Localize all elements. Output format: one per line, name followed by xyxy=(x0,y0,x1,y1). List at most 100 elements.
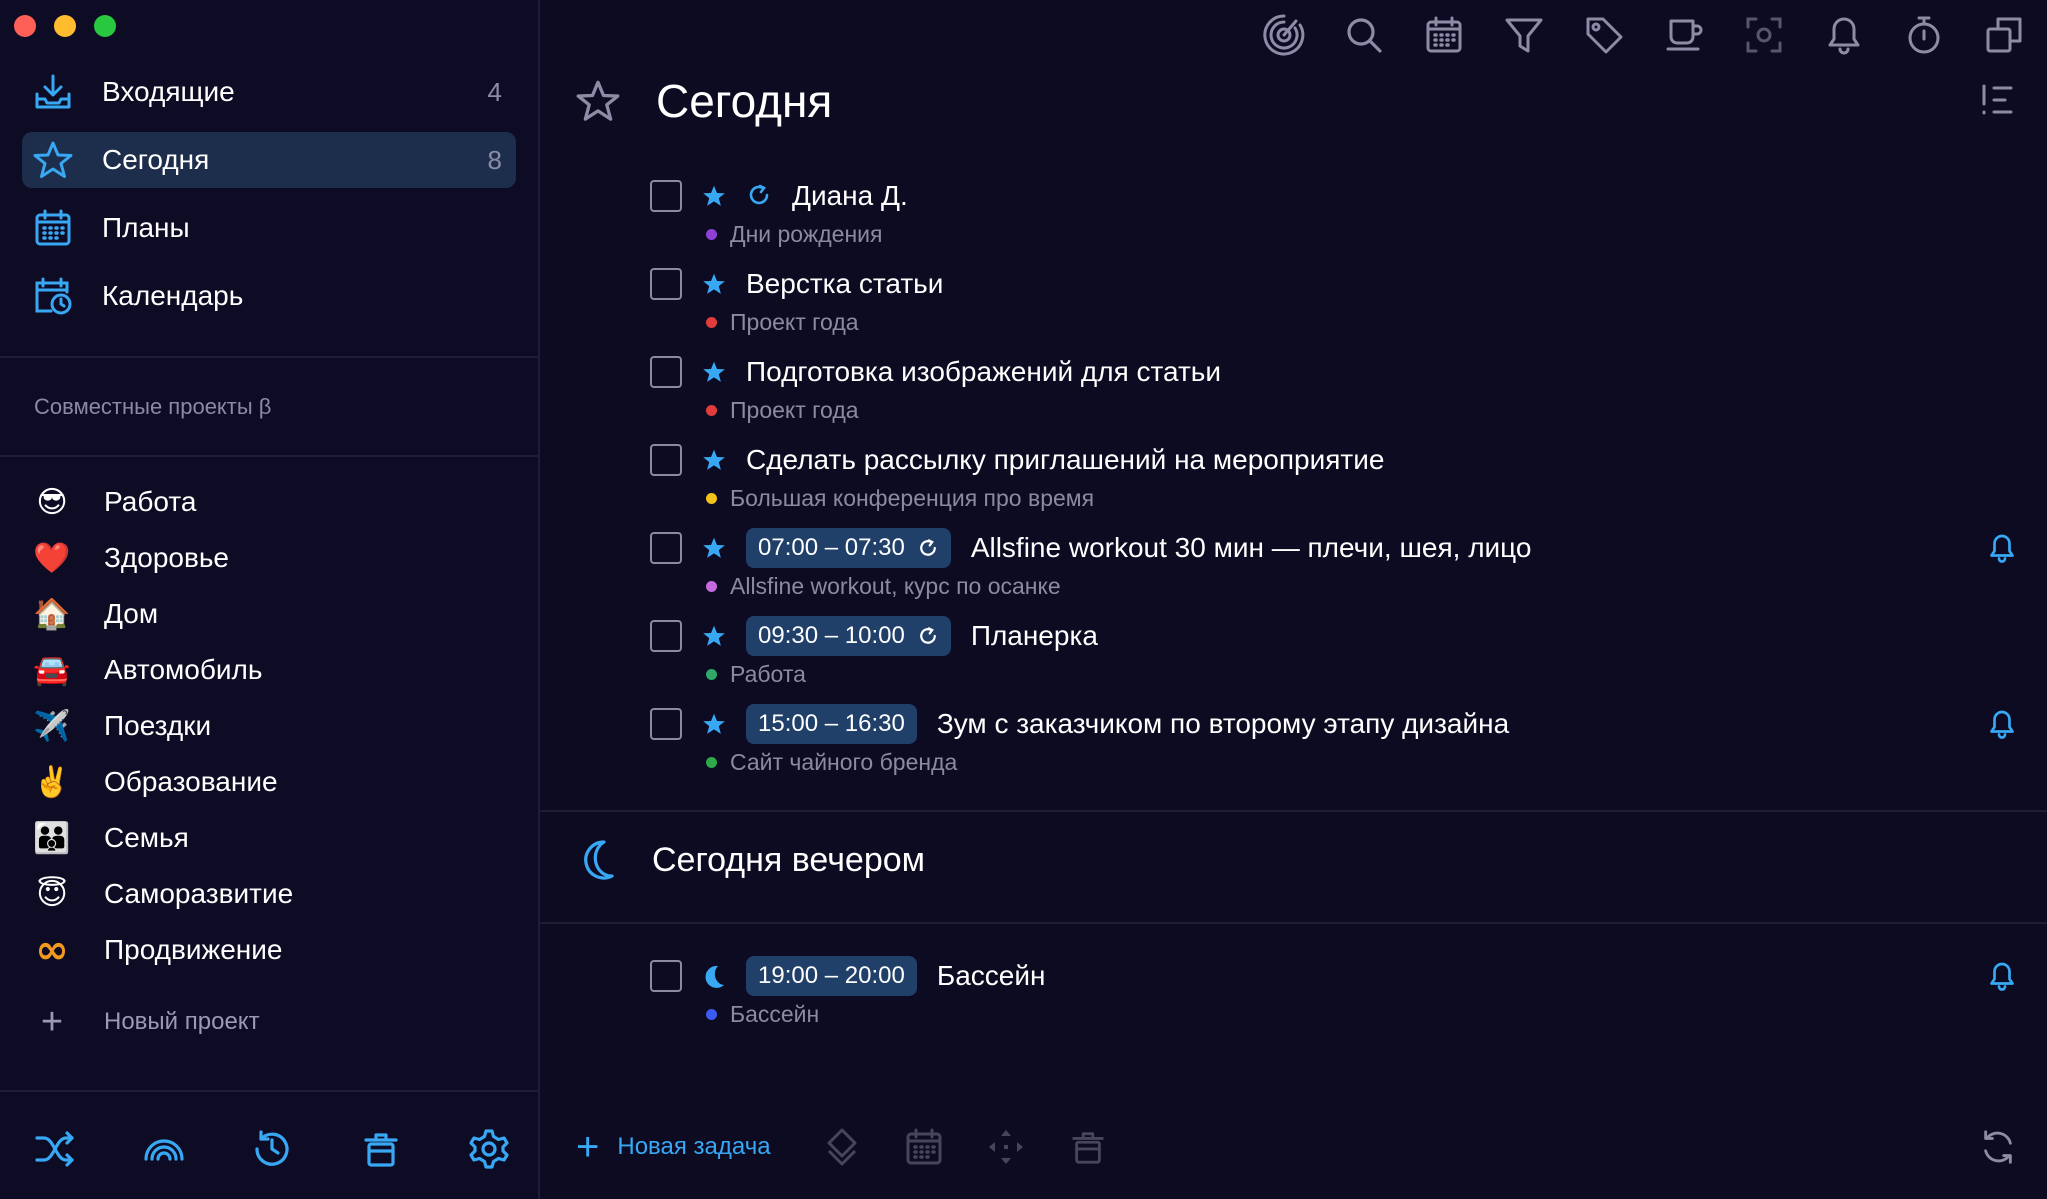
task-project[interactable]: Работа xyxy=(730,661,806,688)
project-item-work[interactable]: 😎 Работа xyxy=(32,474,512,530)
new-project-button[interactable]: + Новый проект xyxy=(32,1002,260,1042)
time-badge[interactable]: 19:00 – 20:00 xyxy=(746,956,917,996)
task-title[interactable]: Подготовка изображений для статьи xyxy=(746,356,1221,388)
task-checkbox[interactable] xyxy=(650,356,682,388)
task-item[interactable]: 09:30 – 10:00 Планерка Работа xyxy=(650,616,2020,704)
task-checkbox[interactable] xyxy=(650,960,682,992)
priority-icon[interactable] xyxy=(819,1124,865,1170)
project-label: Продвижение xyxy=(104,934,283,965)
time-badge[interactable]: 07:00 – 07:30 xyxy=(746,528,951,568)
sort-priority-icon[interactable] xyxy=(1977,80,2017,120)
trash-icon[interactable] xyxy=(358,1126,404,1172)
move-icon[interactable] xyxy=(983,1124,1029,1170)
family-emoji-icon: 👪 xyxy=(33,820,71,856)
windows-icon[interactable] xyxy=(1981,12,2027,58)
task-checkbox[interactable] xyxy=(650,268,682,300)
task-item[interactable]: Сделать рассылку приглашений на мероприя… xyxy=(650,440,2020,528)
divider xyxy=(0,1090,538,1092)
task-checkbox[interactable] xyxy=(650,532,682,564)
star-filled-icon[interactable] xyxy=(702,184,726,208)
filter-icon[interactable] xyxy=(1501,12,1547,58)
coffee-icon[interactable] xyxy=(1661,12,1707,58)
task-title[interactable]: Диана Д. xyxy=(792,180,908,212)
close-window-button[interactable] xyxy=(14,15,36,37)
tag-icon[interactable] xyxy=(1581,12,1627,58)
project-color-dot xyxy=(706,581,717,592)
star-filled-icon[interactable] xyxy=(702,624,726,648)
calendar-icon[interactable] xyxy=(901,1124,947,1170)
task-project[interactable]: Проект года xyxy=(730,309,859,336)
task-item[interactable]: Диана Д. Дни рождения xyxy=(650,176,2020,264)
task-item[interactable]: Подготовка изображений для статьи Проект… xyxy=(650,352,2020,440)
task-project[interactable]: Бассейн xyxy=(730,1001,819,1028)
sync-icon[interactable] xyxy=(1975,1124,2021,1170)
project-label: Семья xyxy=(104,822,189,853)
task-title[interactable]: Верстка статьи xyxy=(746,268,943,300)
sunglasses-emoji-icon: 😎 xyxy=(36,484,68,520)
settings-icon[interactable] xyxy=(466,1126,512,1172)
task-title[interactable]: Планерка xyxy=(971,620,1098,652)
shared-projects-title[interactable]: Совместные проекты β xyxy=(34,394,271,420)
minimize-window-button[interactable] xyxy=(54,15,76,37)
new-task-button[interactable]: + Новая задача xyxy=(576,1127,771,1167)
task-title[interactable]: Зум с заказчиком по второму этапу дизайн… xyxy=(937,708,1509,740)
project-item-promotion[interactable]: ∞ Продвижение xyxy=(32,922,512,978)
task-item[interactable]: Верстка статьи Проект года xyxy=(650,264,2020,352)
task-project[interactable]: Проект года xyxy=(730,397,859,424)
zoom-window-button[interactable] xyxy=(94,15,116,37)
reminder-bell-icon[interactable] xyxy=(1984,706,2020,742)
sidebar: Входящие 4 Сегодня 8 Планы Календарь Сов… xyxy=(0,0,540,1199)
project-item-car[interactable]: 🚘 Автомобиль xyxy=(32,642,512,698)
task-checkbox[interactable] xyxy=(650,444,682,476)
project-item-health[interactable]: ❤️ Здоровье xyxy=(32,530,512,586)
rainbow-icon[interactable] xyxy=(141,1126,187,1172)
new-project-label: Новый проект xyxy=(104,1008,260,1035)
project-item-home[interactable]: 🏠 Дом xyxy=(32,586,512,642)
star-filled-icon[interactable] xyxy=(702,536,726,560)
calendar-icon[interactable] xyxy=(1421,12,1467,58)
nav-label: Календарь xyxy=(102,280,244,311)
task-title[interactable]: Бассейн xyxy=(937,960,1046,992)
task-checkbox[interactable] xyxy=(650,620,682,652)
bell-icon[interactable] xyxy=(1821,12,1867,58)
task-item[interactable]: 07:00 – 07:30 Allsfine workout 30 мин — … xyxy=(650,528,2020,616)
star-filled-icon[interactable] xyxy=(702,360,726,384)
sidebar-item-inbox[interactable]: Входящие 4 xyxy=(22,64,516,120)
moon-filled-icon[interactable] xyxy=(702,964,726,988)
task-project[interactable]: Allsfine workout, курс по осанке xyxy=(730,573,1061,600)
sidebar-item-plans[interactable]: Планы xyxy=(22,200,516,256)
project-color-dot xyxy=(706,229,717,240)
task-checkbox[interactable] xyxy=(650,180,682,212)
reminder-bell-icon[interactable] xyxy=(1984,958,2020,994)
star-filled-icon[interactable] xyxy=(702,272,726,296)
project-item-family[interactable]: 👪 Семья xyxy=(32,810,512,866)
screenshot-icon[interactable] xyxy=(1741,12,1787,58)
task-checkbox[interactable] xyxy=(650,708,682,740)
halo-face-emoji-icon: 😇 xyxy=(36,876,68,912)
search-icon[interactable] xyxy=(1341,12,1387,58)
task-project[interactable]: Большая конференция про время xyxy=(730,485,1094,512)
reminder-bell-icon[interactable] xyxy=(1984,530,2020,566)
time-badge[interactable]: 15:00 – 16:30 xyxy=(746,704,917,744)
focus-icon[interactable] xyxy=(1261,12,1307,58)
trash-icon[interactable] xyxy=(1065,1124,1111,1170)
star-filled-icon[interactable] xyxy=(702,448,726,472)
project-color-dot xyxy=(706,493,717,504)
sidebar-item-today[interactable]: Сегодня 8 xyxy=(22,132,516,188)
task-project[interactable]: Дни рождения xyxy=(730,221,882,248)
shuffle-icon[interactable] xyxy=(32,1126,78,1172)
task-title[interactable]: Allsfine workout 30 мин — плечи, шея, ли… xyxy=(971,532,1532,564)
time-badge[interactable]: 09:30 – 10:00 xyxy=(746,616,951,656)
task-title[interactable]: Сделать рассылку приглашений на мероприя… xyxy=(746,444,1384,476)
project-item-trips[interactable]: ✈️ Поездки xyxy=(32,698,512,754)
nav-count: 8 xyxy=(487,144,502,175)
task-item[interactable]: 15:00 – 16:30 Зум с заказчиком по втором… xyxy=(650,704,2020,792)
project-item-self-development[interactable]: 😇 Саморазвитие xyxy=(32,866,512,922)
sidebar-item-calendar[interactable]: Календарь xyxy=(22,268,516,324)
history-icon[interactable] xyxy=(249,1126,295,1172)
star-filled-icon[interactable] xyxy=(702,712,726,736)
project-item-education[interactable]: ✌️ Образование xyxy=(32,754,512,810)
task-project[interactable]: Сайт чайного бренда xyxy=(730,749,957,776)
task-item[interactable]: 19:00 – 20:00 Бассейн Бассейн xyxy=(650,956,2020,1044)
timer-icon[interactable] xyxy=(1901,12,1947,58)
